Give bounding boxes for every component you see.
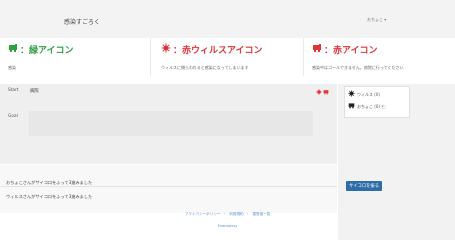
- legend-card-green: ：緑アイコン 感染: [0, 38, 151, 76]
- event-log: [0, 165, 337, 213]
- start-pieces: [316, 89, 329, 97]
- goal-cell: [29, 111, 313, 136]
- terms-link[interactable]: 利用規約: [229, 212, 243, 216]
- player-icon: [348, 102, 355, 111]
- infected-icon: [323, 89, 329, 97]
- legend-card-infected: ：赤アイコン 感染中はゴールできません。病院に行ってください: [304, 38, 455, 76]
- legend-title-infected: ：赤アイコン: [312, 43, 378, 56]
- operators-link[interactable]: 運営者一覧: [252, 212, 270, 216]
- footer-links: プライバシーポリシー・ 利用規約・ 運営者一覧: [184, 212, 271, 216]
- log-entry: ウィルスさんがサイコロをふって3進みました: [6, 194, 93, 199]
- legend-desc-green: 感染: [8, 65, 16, 70]
- user-menu[interactable]: おちょこ ▾: [367, 17, 386, 23]
- app-title: 感染すごろく: [64, 19, 101, 26]
- legend-desc-virus: ウィルスに捕らわれると感染になってしまいます: [161, 65, 249, 70]
- legend-desc-infected: 感染中はゴールできません。病院に行ってください: [312, 65, 404, 70]
- player-list: ウィルス (0) おちょこ (0) 🐑: [344, 86, 410, 118]
- log-divider: [0, 186, 337, 187]
- footer-credit[interactable]: Enamotory: [0, 224, 455, 228]
- legend-card-virus: ：赤ウィルスアイコン ウィルスに捕らわれると感染になってしまいます: [151, 38, 304, 76]
- roll-dice-button[interactable]: サイコロを振る: [346, 181, 382, 191]
- virus-icon: [348, 90, 355, 99]
- player-item-ochoko: おちょこ (0) 🐑: [345, 99, 409, 111]
- privacy-policy-link[interactable]: プライバシーポリシー: [185, 212, 221, 216]
- virus-icon: [316, 89, 322, 97]
- player-item-virus: ウィルス (0): [345, 87, 409, 99]
- virus-free-icon: [8, 43, 18, 56]
- start-cell-value: 病院: [30, 89, 39, 94]
- legend-title-green: ：緑アイコン: [8, 43, 74, 56]
- virus-icon: [161, 43, 171, 56]
- user-name[interactable]: おちょこ ▾: [367, 17, 386, 23]
- legend-title-virus: ：赤ウィルスアイコン: [161, 43, 263, 56]
- infected-icon: [312, 43, 322, 56]
- goal-label: Goal: [8, 114, 18, 119]
- start-label: Start: [8, 88, 19, 93]
